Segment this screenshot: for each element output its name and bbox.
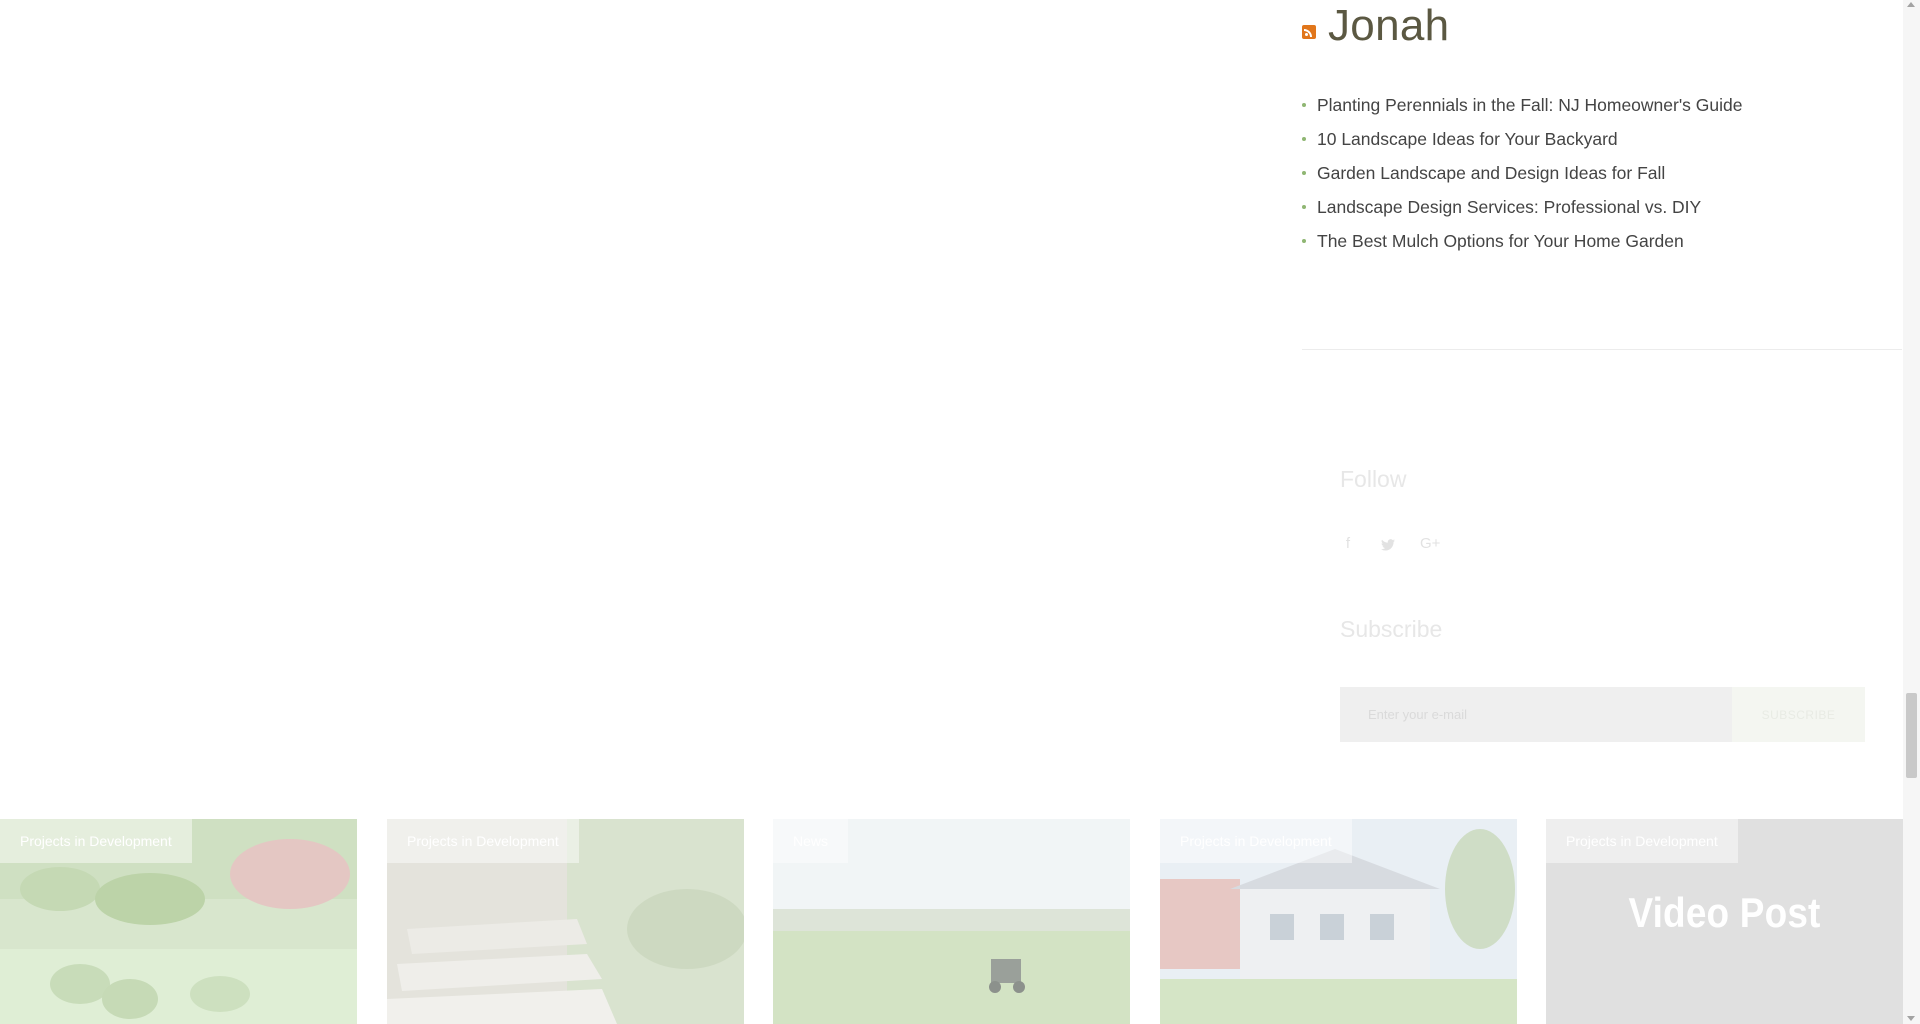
list-item: Landscape Design Services: Professional … [1302, 190, 1743, 224]
category-tag[interactable]: Projects in Development [387, 819, 579, 863]
widget-divider [1302, 349, 1902, 350]
category-tag[interactable]: News [773, 819, 849, 863]
facebook-icon[interactable]: f [1340, 535, 1356, 555]
social-links: f G+ [1340, 535, 1441, 555]
follow-heading: Follow [1340, 466, 1407, 492]
subscribe-button[interactable]: SUBSCRIBE [1732, 687, 1865, 742]
list-item: 10 Landscape Ideas for Your Backyard [1302, 122, 1743, 156]
scrollbar[interactable] [1903, 0, 1920, 1024]
rss-feed-title[interactable]: Jonah [1328, 4, 1449, 48]
post-card[interactable]: Projects in Development Video Post [1546, 819, 1903, 1024]
list-item: Garden Landscape and Design Ideas for Fa… [1302, 156, 1743, 190]
category-tag[interactable]: Projects in Development [0, 819, 192, 863]
bullet-icon [1302, 239, 1306, 243]
scrollbar-thumb[interactable] [1906, 693, 1917, 778]
bullet-icon [1302, 103, 1306, 107]
post-link[interactable]: Garden Landscape and Design Ideas for Fa… [1317, 163, 1665, 184]
list-item: The Best Mulch Options for Your Home Gar… [1302, 224, 1743, 258]
bullet-icon [1302, 205, 1306, 209]
post-link[interactable]: 10 Landscape Ideas for Your Backyard [1317, 129, 1618, 150]
post-link[interactable]: Landscape Design Services: Professional … [1317, 197, 1701, 218]
list-item: Planting Perennials in the Fall: NJ Home… [1302, 88, 1743, 122]
email-field[interactable] [1340, 687, 1732, 742]
post-card[interactable]: Projects in Development [0, 819, 357, 1024]
subscribe-form: SUBSCRIBE [1340, 687, 1865, 742]
post-card[interactable]: Projects in Development [387, 819, 744, 1024]
bullet-icon [1302, 137, 1306, 141]
subscribe-heading: Subscribe [1340, 616, 1443, 642]
post-card[interactable]: News [773, 819, 1130, 1024]
video-post-title[interactable]: Video Post [1567, 889, 1881, 937]
scroll-down-arrow-icon[interactable] [1907, 1016, 1915, 1021]
google-plus-icon[interactable]: G+ [1420, 535, 1440, 555]
post-card[interactable]: Projects in Development [1160, 819, 1517, 1024]
post-link[interactable]: The Best Mulch Options for Your Home Gar… [1317, 231, 1684, 252]
twitter-icon[interactable] [1380, 535, 1396, 555]
bullet-icon [1302, 171, 1306, 175]
rss-icon[interactable] [1302, 25, 1316, 39]
rss-post-list: Planting Perennials in the Fall: NJ Home… [1302, 88, 1743, 258]
post-link[interactable]: Planting Perennials in the Fall: NJ Home… [1317, 95, 1743, 116]
scroll-up-arrow-icon[interactable] [1907, 2, 1915, 7]
rss-widget-header: Jonah [1302, 0, 1449, 52]
category-tag[interactable]: Projects in Development [1160, 819, 1352, 863]
category-tag[interactable]: Projects in Development [1546, 819, 1738, 863]
